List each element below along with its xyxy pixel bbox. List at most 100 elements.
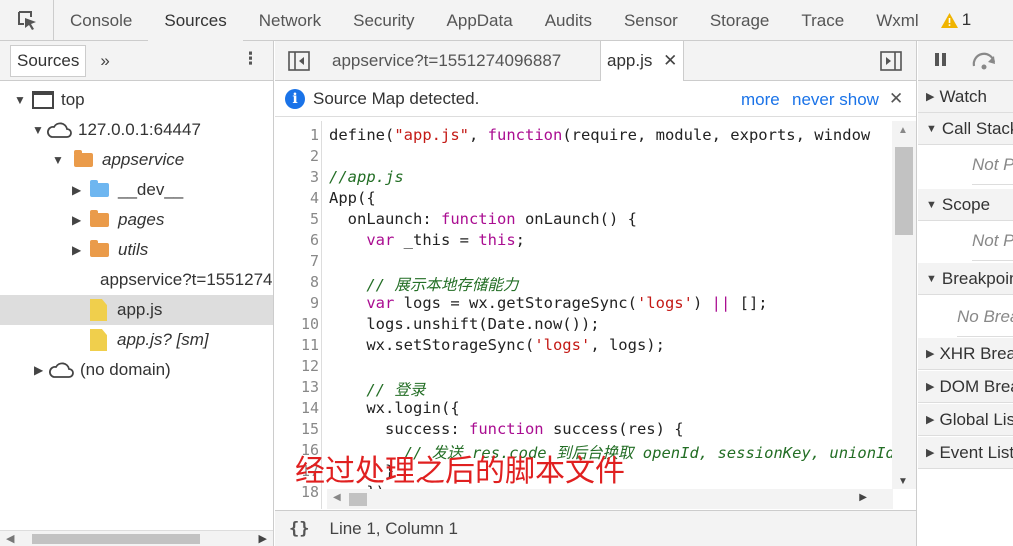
expand-arrow-icon[interactable]: ▶ bbox=[34, 363, 48, 377]
tab-app-js[interactable]: app.js ✕ bbox=[600, 41, 685, 81]
line-number[interactable]: 13 bbox=[275, 378, 319, 396]
code-editor[interactable]: 1 2 3 4 5 6 7 8 9 10 11 12 13 14 15 16 1… bbox=[275, 121, 916, 509]
expand-arrow-icon[interactable]: ▼ bbox=[14, 93, 28, 107]
js-file-icon bbox=[90, 299, 107, 321]
section-watch[interactable]: ▶ Watch bbox=[918, 81, 1013, 113]
tree-item-appservice-file[interactable]: appservice?t=1551274096887 bbox=[0, 265, 273, 295]
expand-arrow-icon[interactable]: ▶ bbox=[72, 183, 86, 197]
line-number[interactable]: 1 bbox=[275, 126, 319, 144]
info-icon: i bbox=[285, 88, 305, 109]
editor-tabbar: appservice?t=1551274096887 app.js ✕ bbox=[275, 41, 916, 81]
pretty-print-icon[interactable]: {} bbox=[289, 519, 309, 539]
expand-arrow-icon[interactable]: ▼ bbox=[32, 123, 46, 137]
tab-storage[interactable]: Storage bbox=[694, 0, 786, 41]
cursor-position: Line 1, Column 1 bbox=[329, 518, 459, 538]
line-number[interactable]: 5 bbox=[275, 210, 319, 228]
expand-arrow-icon[interactable]: ▶ bbox=[72, 243, 86, 257]
line-number[interactable]: 6 bbox=[275, 231, 319, 249]
line-number[interactable]: 2 bbox=[275, 147, 319, 165]
editor-vertical-scrollbar[interactable]: ▲ ▼ bbox=[892, 121, 916, 489]
tab-sources[interactable]: Sources bbox=[148, 0, 243, 41]
tree-item-appservice[interactable]: ▼ appservice bbox=[0, 145, 273, 175]
scroll-down-icon[interactable]: ▼ bbox=[898, 476, 908, 487]
navigator-horizontal-scrollbar[interactable]: ◀ ▶ bbox=[0, 530, 273, 546]
tab-console[interactable]: Console bbox=[54, 0, 148, 41]
code-line: onLaunch: function onLaunch() { bbox=[329, 210, 637, 228]
scroll-left-icon[interactable]: ◀ bbox=[6, 532, 14, 545]
editor-horizontal-scrollbar[interactable]: ◀ ▶ bbox=[327, 489, 893, 509]
line-number[interactable]: 15 bbox=[275, 420, 319, 438]
step-over-icon[interactable] bbox=[970, 52, 998, 70]
more-link[interactable]: more bbox=[741, 90, 780, 110]
tree-item-pages[interactable]: ▶ pages bbox=[0, 205, 273, 235]
tab-appservice-file[interactable]: appservice?t=1551274096887 bbox=[332, 41, 561, 81]
kebab-menu-icon[interactable]: ⋮ bbox=[242, 49, 259, 69]
line-number[interactable]: 12 bbox=[275, 357, 319, 375]
line-number[interactable]: 8 bbox=[275, 273, 319, 291]
tab-navigator-sources[interactable]: Sources bbox=[10, 44, 87, 77]
tree-item-top[interactable]: ▼ top bbox=[0, 85, 273, 115]
code-line: App({ bbox=[329, 189, 376, 207]
navigator-header: Sources » ⋮ bbox=[0, 41, 273, 81]
tab-appdata[interactable]: AppData bbox=[431, 0, 529, 41]
section-scope[interactable]: ▼ Scope bbox=[918, 189, 1013, 221]
folder-icon bbox=[90, 210, 109, 227]
scrollbar-thumb[interactable] bbox=[349, 493, 367, 506]
line-number[interactable]: 14 bbox=[275, 399, 319, 417]
tab-audits[interactable]: Audits bbox=[529, 0, 608, 41]
tree-item-label: pages bbox=[118, 210, 165, 229]
tab-security[interactable]: Security bbox=[337, 0, 430, 41]
warning-icon bbox=[940, 12, 958, 28]
scroll-up-icon[interactable]: ▲ bbox=[898, 125, 908, 136]
line-number[interactable]: 9 bbox=[275, 294, 319, 312]
line-number[interactable]: 4 bbox=[275, 189, 319, 207]
scrollbar-thumb[interactable] bbox=[895, 147, 913, 235]
section-breakpoints[interactable]: ▼ Breakpoints bbox=[918, 263, 1013, 295]
pause-icon[interactable] bbox=[935, 53, 947, 67]
expand-arrow-icon: ▶ bbox=[926, 381, 935, 393]
close-banner-icon[interactable]: ✕ bbox=[889, 89, 903, 109]
tab-trace[interactable]: Trace bbox=[785, 0, 860, 41]
section-dom-breakpoints[interactable]: ▶ DOM Breakpoints bbox=[918, 371, 1013, 403]
section-title: Breakpoints bbox=[941, 268, 1013, 288]
cloud-icon bbox=[47, 122, 72, 138]
tree-item-label: utils bbox=[118, 240, 149, 259]
toggle-debugger-icon[interactable] bbox=[880, 51, 902, 71]
tree-item-dev[interactable]: ▶ __dev__ bbox=[0, 175, 273, 205]
close-tab-icon[interactable]: ✕ bbox=[663, 51, 677, 70]
line-number[interactable]: 3 bbox=[275, 168, 319, 186]
warning-counter[interactable]: 1 bbox=[940, 10, 971, 30]
scroll-left-icon[interactable]: ◀ bbox=[333, 492, 341, 503]
code-line: var logs = wx.getStorageSync('logs') || … bbox=[366, 294, 768, 312]
toggle-navigator-icon[interactable] bbox=[288, 51, 310, 71]
tab-sensor[interactable]: Sensor bbox=[608, 0, 694, 41]
more-tabs-icon[interactable]: » bbox=[100, 51, 109, 71]
line-number[interactable]: 10 bbox=[275, 315, 319, 333]
section-title: Global Listeners bbox=[939, 409, 1013, 429]
section-title: Call Stack bbox=[941, 118, 1013, 138]
never-show-link[interactable]: never show bbox=[792, 90, 879, 110]
section-call-stack[interactable]: ▼ Call Stack bbox=[918, 113, 1013, 145]
tree-item-label: top bbox=[61, 90, 85, 109]
tree-item-no-domain[interactable]: ▶ (no domain) bbox=[0, 355, 273, 385]
inspect-element-icon[interactable] bbox=[0, 0, 54, 41]
scroll-right-icon[interactable]: ▶ bbox=[859, 492, 867, 503]
section-global-listeners[interactable]: ▶ Global Listeners bbox=[918, 404, 1013, 436]
scroll-right-icon[interactable]: ▶ bbox=[259, 532, 267, 545]
expand-arrow-icon[interactable]: ▼ bbox=[52, 153, 66, 167]
line-number[interactable]: 11 bbox=[275, 336, 319, 354]
tree-item-host[interactable]: ▼ 127.0.0.1:64447 bbox=[0, 115, 273, 145]
section-xhr-breakpoints[interactable]: ▶ XHR Breakpoints bbox=[918, 338, 1013, 370]
tab-wxml[interactable]: Wxml bbox=[860, 0, 934, 41]
tab-network[interactable]: Network bbox=[243, 0, 337, 41]
code-line: wx.setStorageSync('logs', logs); bbox=[329, 336, 665, 354]
tree-item-app-js-sm[interactable]: app.js? [sm] bbox=[0, 325, 273, 355]
tree-item-app-js[interactable]: app.js bbox=[0, 295, 273, 325]
expand-arrow-icon[interactable]: ▶ bbox=[72, 213, 86, 227]
scrollbar-thumb[interactable] bbox=[32, 534, 200, 544]
section-event-listener-breakpoints[interactable]: ▶ Event Listener Breakpoints bbox=[918, 437, 1013, 469]
source-map-banner: i Source Map detected. more never show ✕ bbox=[275, 81, 916, 117]
line-number[interactable]: 7 bbox=[275, 252, 319, 270]
tree-item-utils[interactable]: ▶ utils bbox=[0, 235, 273, 265]
debugger-panel: ▶ Watch ▼ Call Stack Not Paused ▼ Scope Not… bbox=[918, 41, 1013, 546]
